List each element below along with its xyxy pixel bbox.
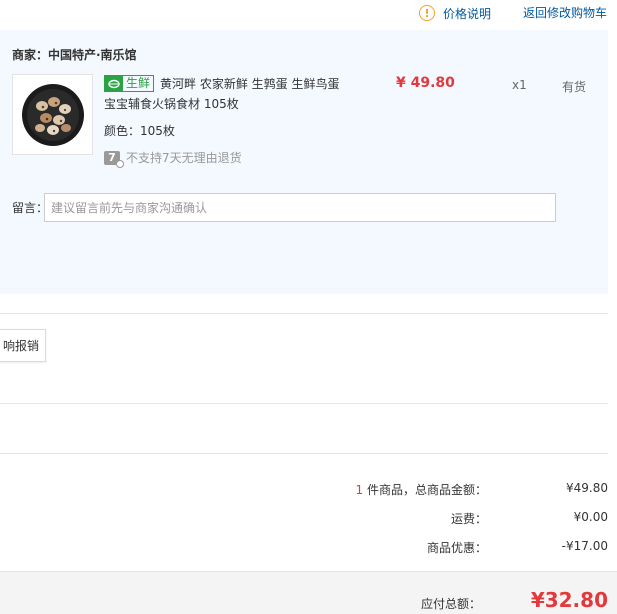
product-title-line1[interactable]: 黄河畔 农家新鲜 生鹑蛋 生鲜鸟蛋: [160, 75, 339, 92]
product-thumbnail[interactable]: [12, 74, 93, 155]
stock-status: 有货: [562, 80, 587, 94]
price-help-link[interactable]: 价格说明: [443, 5, 491, 22]
price-help[interactable]: ! 价格说明: [419, 4, 491, 22]
fresh-badge: 生鲜: [104, 75, 155, 92]
discount-value: -¥17.00: [561, 539, 608, 553]
product-quantity: x1: [512, 78, 527, 92]
fresh-badge-label: 生鲜: [126, 76, 151, 90]
shipping-value: ¥0.00: [573, 510, 608, 524]
return-policy-text: 不支持7天无理由退货: [126, 151, 242, 165]
product-price: ¥ 49.80: [396, 75, 455, 91]
shipping-label: 运费：: [450, 512, 487, 526]
product-title-line2[interactable]: 宝宝辅食火锅食材 105枚: [104, 95, 239, 112]
return-policy: 7 不支持7天无理由退货: [104, 149, 242, 168]
merchant-name: 商家：中国特产·南乐馆: [12, 48, 137, 62]
divider: [0, 403, 608, 404]
total-label: 应付总额：: [420, 597, 481, 611]
reimbursement-button[interactable]: 响报销: [0, 329, 46, 362]
shop-order-panel: [0, 30, 608, 294]
goods-count-text: 件商品，总商品金额：: [363, 483, 487, 497]
discount-label: 商品优惠：: [426, 541, 487, 555]
goods-amount-value: ¥49.80: [566, 481, 608, 495]
fresh-leaf-icon: [105, 76, 123, 91]
product-color: 颜色：105枚: [104, 124, 175, 138]
note-label: 留言：: [12, 201, 49, 215]
total-bar: [0, 571, 617, 614]
no-7day-return-icon-digit: 7: [108, 151, 116, 164]
info-icon: !: [419, 5, 435, 21]
back-to-cart-link[interactable]: 返回修改购物车: [523, 4, 607, 21]
note-input[interactable]: [44, 193, 556, 222]
divider: [0, 453, 608, 454]
product-image: [21, 83, 84, 146]
goods-amount-label: 1 件商品，总商品金额：: [356, 481, 487, 498]
no-7day-return-icon: 7: [104, 150, 124, 168]
reimbursement-button-label: 响报销: [2, 339, 39, 353]
total-value: ¥32.80: [530, 588, 608, 612]
divider: [0, 313, 608, 314]
